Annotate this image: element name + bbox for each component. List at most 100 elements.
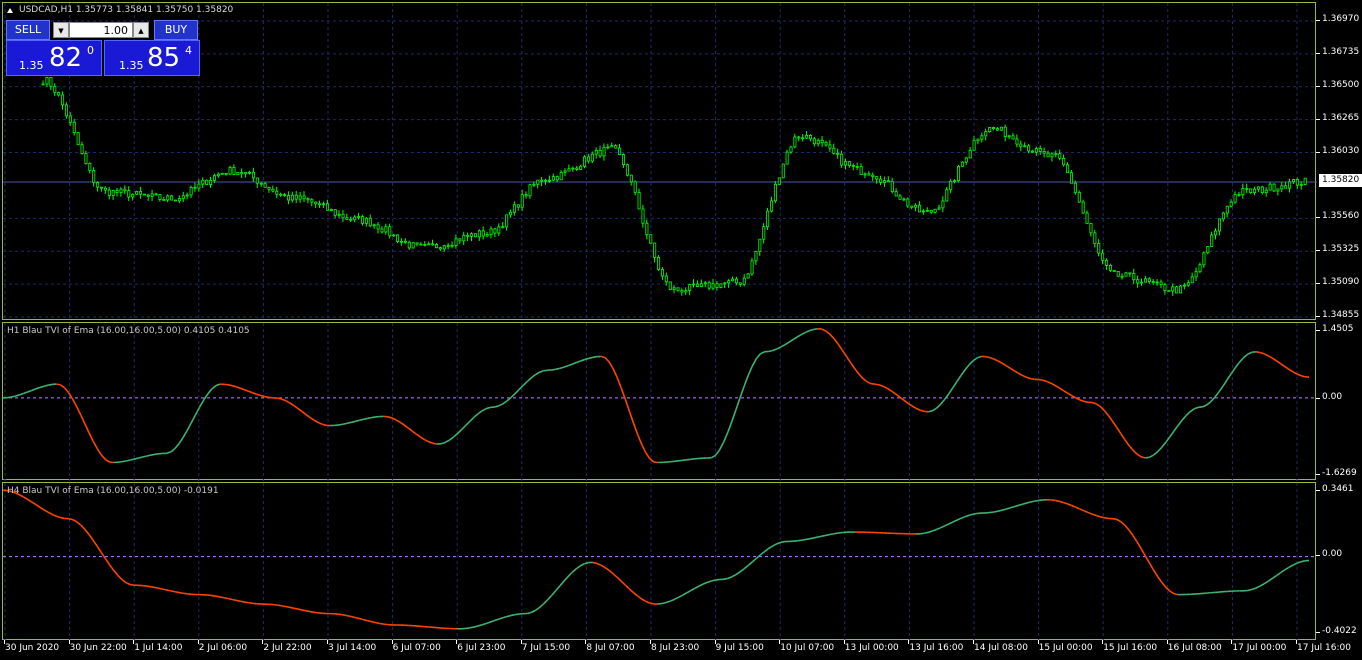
indicator-segment bbox=[15, 394, 20, 397]
indicator-segment bbox=[1148, 562, 1155, 571]
indicator1-pane[interactable]: H1 Blau TVI of Ema (16.00,16.00,5.00) 0.… bbox=[2, 322, 1317, 481]
candle-body bbox=[1062, 157, 1066, 166]
candle-body bbox=[1179, 285, 1183, 294]
candle-body bbox=[275, 190, 279, 195]
sell-button[interactable]: SELL bbox=[6, 20, 50, 40]
candle-body bbox=[1058, 153, 1062, 159]
indicator-segment bbox=[665, 600, 671, 604]
candle-body bbox=[325, 203, 329, 211]
buy-button[interactable]: BUY bbox=[154, 20, 198, 40]
indicator-segment bbox=[813, 327, 818, 331]
time-axis-label: 2 Jul 06:00 bbox=[198, 643, 248, 653]
candle-body bbox=[805, 134, 809, 139]
indicator-segment bbox=[1292, 370, 1298, 375]
indicator-segment bbox=[1120, 520, 1126, 526]
price-axis-label: 1.35560 bbox=[1322, 211, 1360, 222]
lot-size-input[interactable]: 1.00 bbox=[69, 22, 133, 38]
candle-body bbox=[259, 182, 263, 185]
buy-price-box[interactable]: 1.35 85 4 bbox=[104, 40, 200, 76]
indicator-segment bbox=[1271, 357, 1277, 362]
indicator-segment bbox=[821, 328, 827, 332]
indicator-segment bbox=[27, 498, 33, 503]
candle-body bbox=[1027, 145, 1031, 152]
indicator-segment bbox=[1038, 378, 1044, 382]
indicator-segment bbox=[1022, 502, 1027, 505]
lot-decrease-button[interactable]: ▼ bbox=[53, 22, 69, 38]
candle-body bbox=[594, 149, 598, 155]
candle-body bbox=[100, 186, 104, 189]
indicator-segment bbox=[674, 596, 679, 601]
indicator-segment bbox=[1300, 560, 1306, 563]
candle-body bbox=[832, 147, 836, 154]
indicator-segment bbox=[600, 355, 606, 359]
candle-body bbox=[914, 204, 918, 208]
candle-body bbox=[871, 174, 875, 177]
candle-body bbox=[516, 204, 520, 208]
candle-body bbox=[524, 194, 528, 197]
candle-body bbox=[746, 273, 750, 279]
collapse-triangle-icon[interactable] bbox=[7, 8, 13, 13]
indicator-segment bbox=[829, 333, 835, 340]
indicator-segment bbox=[39, 385, 45, 389]
indicator-segment bbox=[849, 362, 856, 369]
indicator-segment bbox=[1132, 535, 1138, 543]
candle-body bbox=[306, 198, 310, 201]
indicator-segment bbox=[1107, 414, 1114, 422]
indicator-segment bbox=[1160, 441, 1167, 448]
indicator-segment bbox=[178, 591, 184, 595]
indicator-segment bbox=[960, 369, 966, 376]
indicator-segment bbox=[678, 594, 683, 599]
indicator-segment bbox=[1189, 408, 1195, 413]
indicator-segment bbox=[743, 564, 749, 570]
indicator-segment bbox=[722, 432, 729, 443]
candle-body bbox=[314, 201, 318, 205]
indicator-segment bbox=[1013, 504, 1019, 508]
sell-price-box[interactable]: 1.35 82 0 bbox=[6, 40, 102, 76]
indicator-segment bbox=[939, 399, 946, 405]
axis-tick bbox=[1316, 151, 1320, 153]
candle-body bbox=[555, 176, 559, 181]
candle-body bbox=[1288, 181, 1292, 189]
candle-body bbox=[80, 144, 84, 154]
candle-body bbox=[540, 179, 544, 182]
candle-body bbox=[209, 179, 213, 186]
candle-body bbox=[197, 183, 201, 189]
candle-body bbox=[1147, 278, 1151, 283]
indicator-segment bbox=[1022, 374, 1027, 378]
indicator-segment bbox=[838, 531, 843, 534]
indicator-segment bbox=[1169, 430, 1175, 438]
indicator-segment bbox=[1247, 588, 1252, 592]
one-click-trading-panel: SELL ▼ 1.00 ▲ BUY 1.35 82 0 1.35 85 4 bbox=[6, 20, 200, 76]
candle-body bbox=[622, 154, 626, 166]
time-axis[interactable]: 30 Jun 2020 30 Jun 22:00 1 Jul 14:00 2 Jul … bbox=[0, 640, 1351, 660]
candle-body bbox=[660, 269, 664, 277]
indicator-segment bbox=[964, 364, 970, 371]
indicator2-pane[interactable]: H4 Blau TVI of Ema (16.00,16.00,5.00) -0… bbox=[2, 482, 1317, 641]
indicator-segment bbox=[166, 589, 172, 592]
candle-body bbox=[984, 131, 988, 137]
price-axis[interactable]: 1.36970 1.36735 1.36500 1.36265 1.36030 1.355… bbox=[1316, 0, 1362, 642]
candle-body bbox=[867, 173, 871, 176]
lot-increase-button[interactable]: ▲ bbox=[133, 22, 149, 38]
indicator-segment bbox=[1091, 401, 1097, 405]
candle-body bbox=[341, 213, 345, 219]
indicator-segment bbox=[575, 360, 581, 364]
indicator-segment bbox=[1030, 377, 1035, 381]
indicator-segment bbox=[285, 399, 290, 404]
candle-body bbox=[571, 167, 575, 170]
candle-body bbox=[559, 171, 563, 181]
candle-body bbox=[57, 91, 61, 96]
indicator-segment bbox=[1275, 359, 1281, 365]
indicator-segment bbox=[612, 368, 618, 378]
indicator-segment bbox=[84, 528, 90, 535]
indicator-segment bbox=[277, 397, 282, 400]
indicator-segment bbox=[1067, 392, 1072, 397]
indicator-segment bbox=[146, 585, 151, 588]
candle-body bbox=[177, 198, 181, 202]
indicator-segment bbox=[718, 441, 725, 451]
candle-body bbox=[1042, 151, 1046, 154]
candle-body bbox=[696, 283, 700, 287]
candle-body bbox=[972, 140, 976, 151]
indicator-segment bbox=[805, 538, 810, 541]
indicator-segment bbox=[628, 588, 635, 594]
